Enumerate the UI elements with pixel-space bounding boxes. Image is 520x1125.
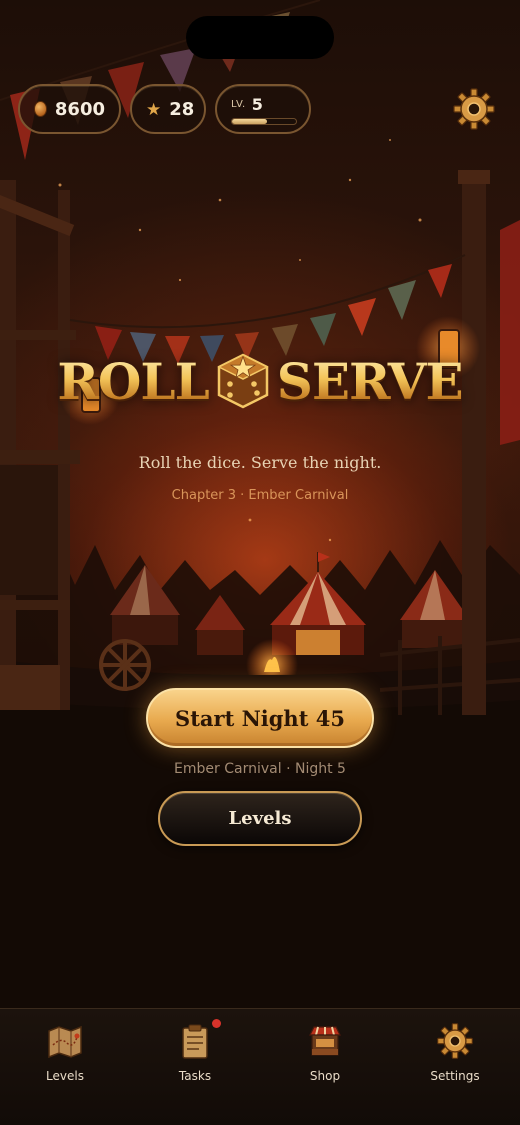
nav-label-tasks: Tasks xyxy=(178,1069,212,1083)
level-indicator[interactable]: LV. 5 xyxy=(215,84,311,134)
star-counter[interactable]: ★ 28 xyxy=(130,84,206,134)
nav-label-settings: Settings xyxy=(430,1069,480,1083)
coin-icon xyxy=(34,101,47,117)
levels-button[interactable]: Levels xyxy=(158,791,362,846)
star-icon: ★ xyxy=(146,99,162,119)
start-night-label: Start Night 45 xyxy=(175,705,345,731)
nav-item-shop[interactable]: Shop xyxy=(270,1021,380,1101)
gear-icon xyxy=(437,1023,473,1059)
logo-word-right: SERVE xyxy=(276,351,464,411)
tent-left xyxy=(110,565,180,645)
level-number: 5 xyxy=(251,95,263,114)
level-progress-bar xyxy=(231,118,297,125)
start-night-subtitle: Ember Carnival · Night 5 xyxy=(174,761,346,777)
wagon-wheel xyxy=(99,639,151,691)
nav-item-settings[interactable]: Settings xyxy=(400,1021,510,1101)
bottom-nav: Levels Tasks Shop Settings xyxy=(0,1008,520,1125)
tasks-notification-dot xyxy=(212,1019,221,1028)
logo-word-left: ROLL xyxy=(57,351,209,411)
nav-label-levels: Levels xyxy=(46,1069,84,1083)
star-die-icon xyxy=(217,353,269,409)
nav-item-levels[interactable]: Levels xyxy=(10,1021,120,1101)
coin-count: 8600 xyxy=(54,98,105,120)
star-count: 28 xyxy=(169,98,195,120)
level-tag: LV. xyxy=(231,99,246,110)
nav-label-shop: Shop xyxy=(309,1069,341,1083)
start-night-button[interactable]: Start Night 45 xyxy=(146,688,374,748)
chapter-label: Chapter 3 · Ember Carnival xyxy=(171,488,349,503)
tasks-icon-wrap xyxy=(175,1019,221,1061)
clipboard-icon xyxy=(182,1024,208,1059)
game-logo: ROLL SERVE xyxy=(0,346,520,416)
tagline: Roll the dice. Serve the night. xyxy=(138,453,382,472)
coin-counter[interactable]: 8600 xyxy=(18,84,121,134)
device-notch xyxy=(186,16,334,59)
level-progress-fill xyxy=(232,119,268,124)
game-home-screen: 8600 ★ 28 LV. 5 ROLL SERVE Roll the dice… xyxy=(0,0,520,1125)
gear-icon xyxy=(453,88,495,130)
map-icon xyxy=(48,1025,82,1059)
carnival-backdrop xyxy=(0,0,520,1010)
levels-button-label: Levels xyxy=(228,808,292,829)
settings-gear-button[interactable] xyxy=(452,87,496,131)
shop-stall-icon xyxy=(309,1026,341,1056)
nav-item-tasks[interactable]: Tasks xyxy=(140,1019,250,1101)
